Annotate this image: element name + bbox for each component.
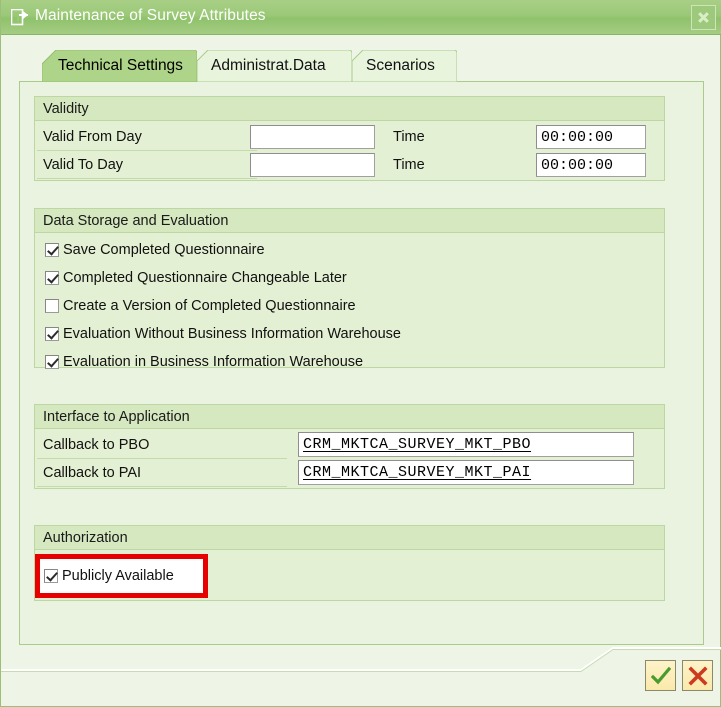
group-interface: Interface to Application Callback to PBO… (34, 404, 665, 489)
label-valid-from-day: Valid From Day (43, 129, 142, 145)
checkbox-indicator (45, 327, 59, 341)
close-x-icon (696, 10, 711, 25)
window-title: Maintenance of Survey Attributes (35, 7, 266, 24)
tab-label: Administrat.Data (211, 57, 326, 74)
input-callback-pbo[interactable]: CRM_MKTCA_SURVEY_MKT_PBO (298, 432, 634, 457)
checkbox-label: Evaluation Without Business Information … (63, 326, 401, 342)
group-body-validity: Valid From Day Time 00:00:00 Valid To Da… (35, 121, 664, 180)
checkbox-indicator (45, 271, 59, 285)
checkbox-indicator (44, 569, 58, 583)
group-body-authorization: Publicly Available (35, 550, 664, 600)
green-check-icon (650, 666, 671, 686)
checkbox-save-completed-questionnaire[interactable]: Save Completed Questionnaire (45, 238, 265, 262)
row-separator (37, 178, 257, 179)
group-title-interface: Interface to Application (35, 405, 664, 429)
group-data-storage: Data Storage and Evaluation Save Complet… (34, 208, 665, 370)
group-authorization: Authorization Publicly Available (34, 525, 665, 601)
input-time-to[interactable]: 00:00:00 (536, 153, 646, 177)
group-title-authorization: Authorization (35, 526, 664, 550)
group-title-validity: Validity (35, 97, 664, 121)
row-valid-from-day: Valid From Day Time 00:00:00 (35, 123, 664, 151)
checkbox-label: Save Completed Questionnaire (63, 242, 265, 258)
checkbox-label: Completed Questionnaire Changeable Later (63, 270, 347, 286)
checkbox-indicator (45, 243, 59, 257)
red-x-icon (687, 665, 708, 686)
tab-label: Scenarios (366, 57, 435, 74)
group-body-data-storage: Save Completed Questionnaire Completed Q… (35, 233, 664, 370)
content-panel: Validity Valid From Day Time 00:00:00 Va… (19, 81, 704, 645)
checkbox-indicator (45, 299, 59, 313)
row-callback-pai: Callback to PAI CRM_MKTCA_SURVEY_MKT_PAI (35, 459, 664, 487)
label-time-from: Time (393, 129, 425, 145)
tab-administrat-data[interactable]: Administrat.Data (196, 49, 353, 83)
group-title-data-storage: Data Storage and Evaluation (35, 209, 664, 233)
tab-scenarios[interactable]: Scenarios (351, 49, 458, 83)
footer-divider (1, 645, 721, 675)
row-valid-to-day: Valid To Day Time 00:00:00 (35, 151, 664, 179)
checkbox-label: Evaluation in Business Information Wareh… (63, 354, 364, 370)
label-callback-pai: Callback to PAI (43, 465, 142, 481)
checkbox-label: Publicly Available (62, 568, 174, 584)
input-valid-from-day[interactable] (250, 125, 375, 149)
row-separator (37, 486, 287, 487)
title-bar: Maintenance of Survey Attributes (1, 0, 721, 35)
checkbox-create-version[interactable]: Create a Version of Completed Questionna… (45, 294, 356, 318)
checkbox-publicly-available[interactable]: Publicly Available (44, 564, 174, 588)
checkbox-indicator (45, 355, 59, 369)
checkbox-questionnaire-changeable-later[interactable]: Completed Questionnaire Changeable Later (45, 266, 347, 290)
checkbox-evaluation-in-biw[interactable]: Evaluation in Business Information Wareh… (45, 350, 363, 374)
label-callback-pbo: Callback to PBO (43, 437, 150, 453)
input-callback-pai[interactable]: CRM_MKTCA_SURVEY_MKT_PAI (298, 460, 634, 485)
footer-button-bar (645, 660, 713, 691)
dialog-exit-icon (10, 8, 29, 26)
highlight-annotation: Publicly Available (35, 554, 208, 598)
dialog-window: Maintenance of Survey Attributes Technic… (0, 0, 721, 707)
label-time-to: Time (393, 157, 425, 173)
group-body-interface: Callback to PBO CRM_MKTCA_SURVEY_MKT_PBO… (35, 429, 664, 488)
tab-technical-settings[interactable]: Technical Settings (41, 49, 198, 83)
confirm-button[interactable] (645, 660, 676, 691)
tab-label: Technical Settings (58, 57, 183, 74)
row-callback-pbo: Callback to PBO CRM_MKTCA_SURVEY_MKT_PBO (35, 431, 664, 459)
checkbox-label: Create a Version of Completed Questionna… (63, 298, 356, 314)
tab-strip: Technical Settings Administrat.Data Scen… (19, 49, 704, 83)
close-button[interactable] (691, 5, 716, 30)
cancel-button[interactable] (682, 660, 713, 691)
input-valid-to-day[interactable] (250, 153, 375, 177)
group-validity: Validity Valid From Day Time 00:00:00 Va… (34, 96, 665, 181)
label-valid-to-day: Valid To Day (43, 157, 124, 173)
checkbox-evaluation-without-biw[interactable]: Evaluation Without Business Information … (45, 322, 401, 346)
input-time-from[interactable]: 00:00:00 (536, 125, 646, 149)
